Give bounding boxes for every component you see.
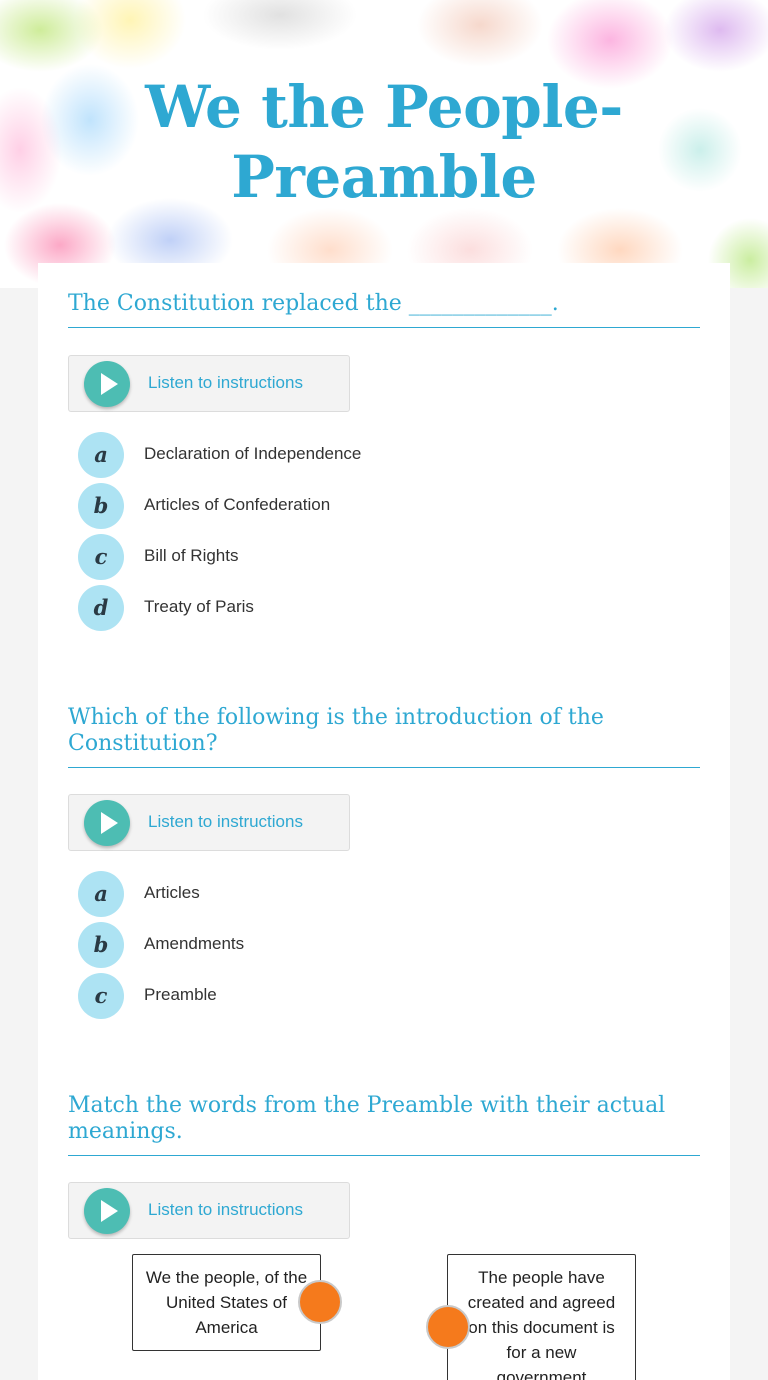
option-text: Preamble — [144, 985, 217, 1004]
option-a[interactable]: a Declaration of Independence — [78, 432, 678, 478]
listen-button[interactable]: Listen to instructions — [68, 1182, 350, 1239]
option-letter: c — [78, 973, 124, 1019]
option-c[interactable]: c Bill of Rights — [78, 534, 678, 580]
play-icon — [84, 1188, 130, 1234]
match-right-item: The people have created and agreed on th… — [447, 1254, 636, 1380]
option-text: Treaty of Paris — [144, 597, 254, 616]
listen-label: Listen to instructions — [148, 373, 303, 392]
page-title: We the People- Preamble — [145, 73, 623, 211]
question-title: The Constitution replaced the __________… — [68, 291, 700, 328]
match-connector-dot[interactable] — [426, 1305, 470, 1349]
option-letter: b — [78, 922, 124, 968]
option-d[interactable]: d Treaty of Paris — [78, 585, 678, 631]
option-letter: c — [78, 534, 124, 580]
option-letter: b — [78, 483, 124, 529]
option-letter: a — [78, 432, 124, 478]
question-1: The Constitution replaced the __________… — [68, 291, 700, 328]
option-a[interactable]: a Articles — [78, 871, 678, 917]
worksheet-card: The Constitution replaced the __________… — [38, 263, 730, 1380]
listen-label: Listen to instructions — [148, 1200, 303, 1219]
question-3: Match the words from the Preamble with t… — [68, 1093, 700, 1156]
match-left-item: We the people, of the United States of A… — [132, 1254, 321, 1351]
option-text: Articles of Confederation — [144, 495, 331, 514]
match-connector-dot[interactable] — [298, 1280, 342, 1324]
listen-label: Listen to instructions — [148, 812, 303, 831]
question-title: Match the words from the Preamble with t… — [68, 1093, 700, 1156]
question-title: Which of the following is the introducti… — [68, 705, 700, 768]
option-c[interactable]: c Preamble — [78, 973, 678, 1019]
option-text: Amendments — [144, 934, 245, 953]
option-letter: d — [78, 585, 124, 631]
listen-button[interactable]: Listen to instructions — [68, 355, 350, 412]
question-2: Which of the following is the introducti… — [68, 705, 700, 768]
listen-button[interactable]: Listen to instructions — [68, 794, 350, 851]
option-b[interactable]: b Articles of Confederation — [78, 483, 678, 529]
option-b[interactable]: b Amendments — [78, 922, 678, 968]
play-icon — [84, 800, 130, 846]
play-icon — [84, 361, 130, 407]
option-text: Declaration of Independence — [144, 444, 362, 463]
option-text: Bill of Rights — [144, 546, 239, 565]
option-text: Articles — [144, 883, 200, 902]
option-letter: a — [78, 871, 124, 917]
